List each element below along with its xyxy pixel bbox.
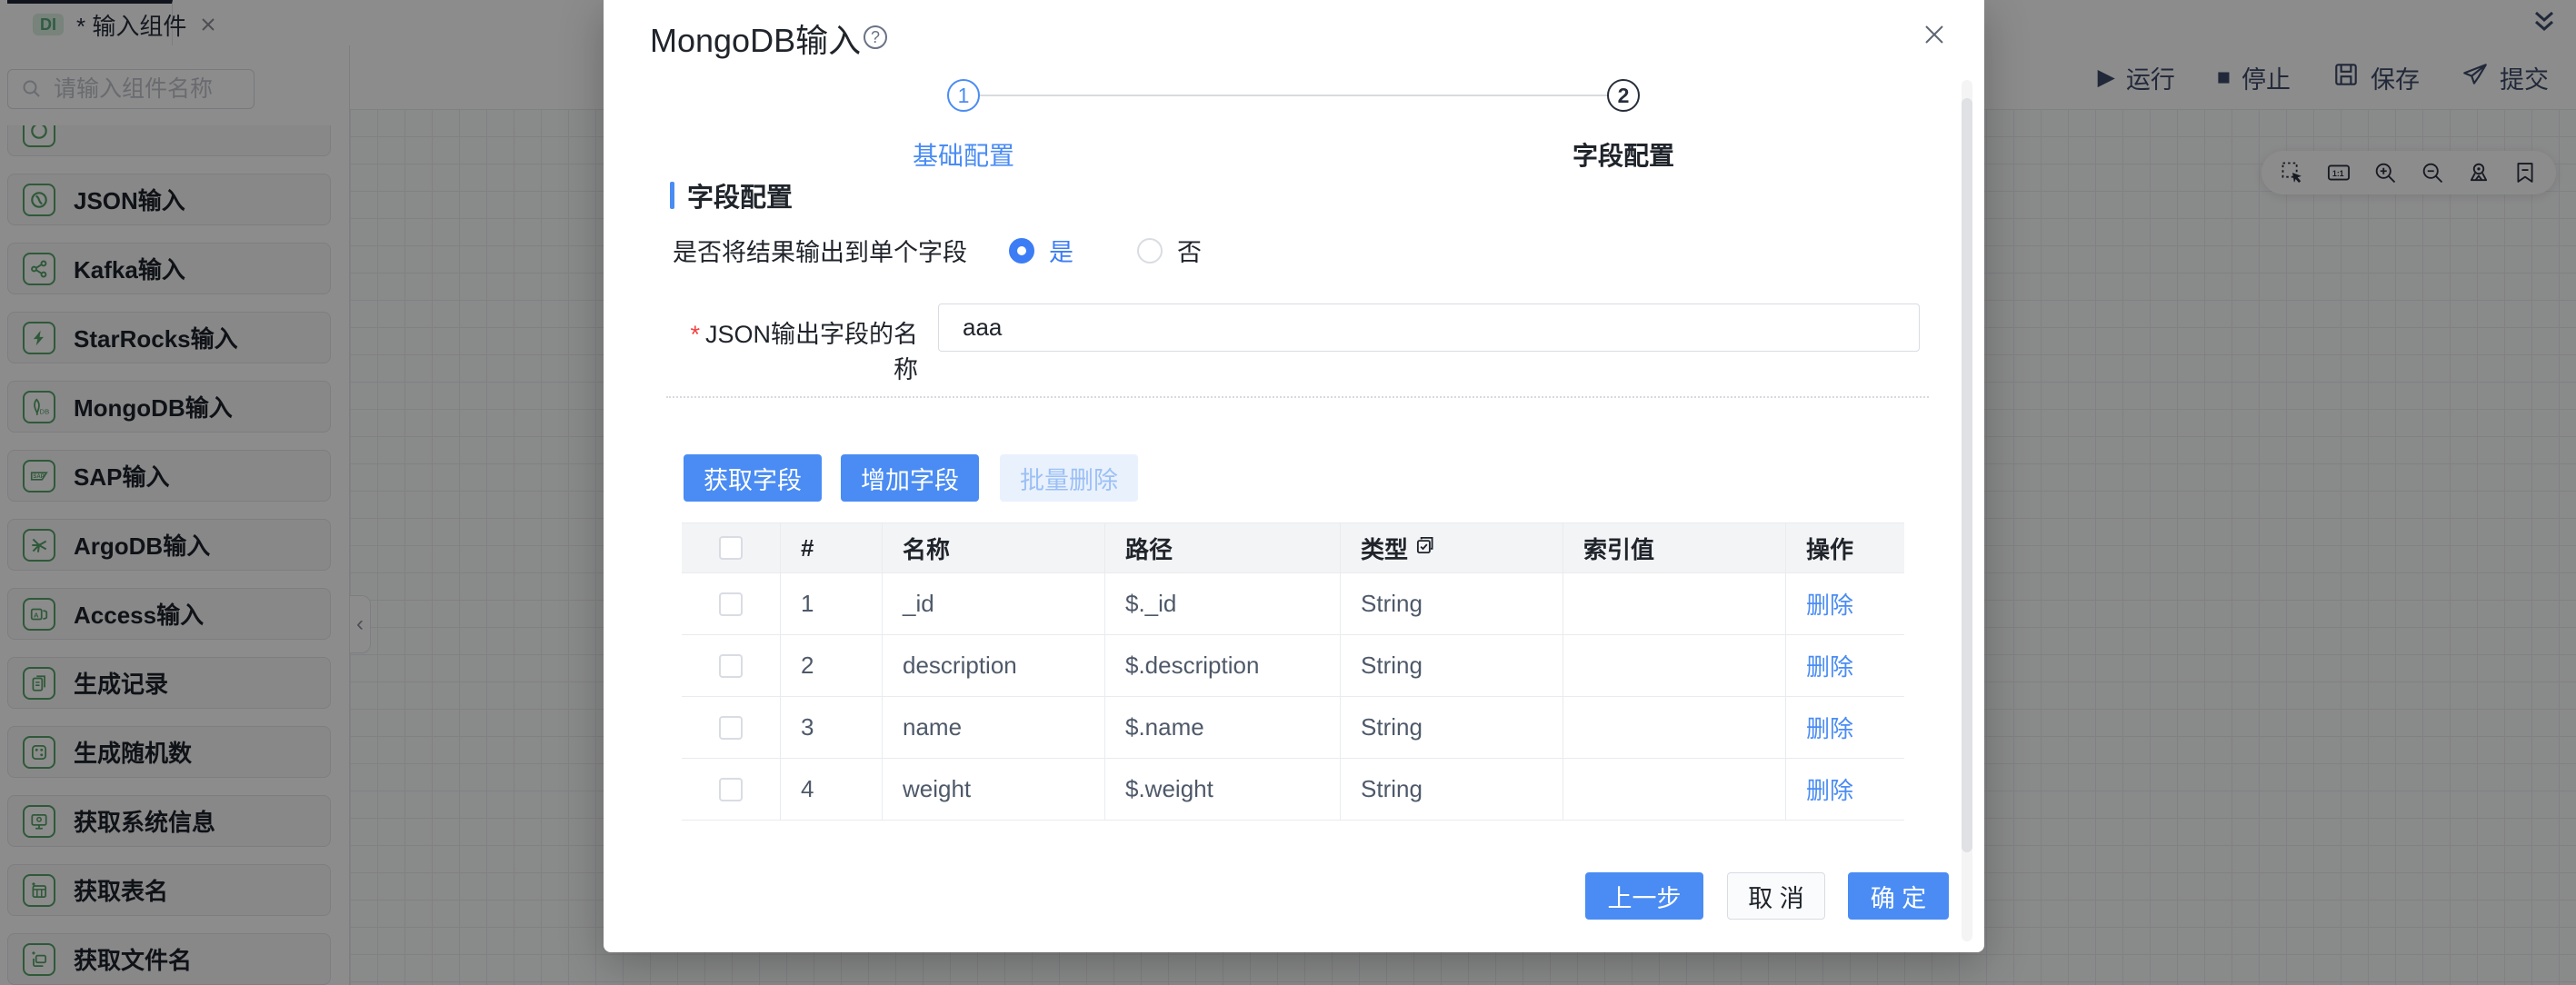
col-index: # [781,523,883,572]
row-checkbox[interactable] [719,592,743,616]
radio-yes-label[interactable]: 是 [1049,233,1073,268]
delete-row-link[interactable]: 删除 [1806,587,1853,621]
step-2-circle[interactable]: 2 [1607,79,1640,112]
step-2-label: 字段配置 [1523,136,1723,173]
delete-row-link[interactable]: 删除 [1806,772,1853,806]
select-all-checkbox[interactable] [719,536,743,560]
row-checkbox[interactable] [719,778,743,801]
app-root: DI * 输入组件 ▶ 运行 ■ 停止 保存 [0,0,2576,985]
radio-no-label[interactable]: 否 [1177,233,1202,268]
delete-row-link[interactable]: 删除 [1806,649,1853,682]
fetch-fields-button[interactable]: 获取字段 [684,454,822,502]
add-field-button[interactable]: 增加字段 [841,454,979,502]
dotted-divider [666,396,1929,398]
single-field-radio-group: 是否将结果输出到单个字段 是 否 [673,233,1202,268]
table-row: 2 description $.description String 删除 [682,635,1904,697]
single-field-question-label: 是否将结果输出到单个字段 [673,233,967,268]
section-header: 字段配置 [670,176,793,214]
json-field-input[interactable] [939,304,1919,351]
col-name: 名称 [883,523,1105,572]
table-row: 1 _id $._id String 删除 [682,573,1904,635]
previous-step-button[interactable]: 上一步 [1585,872,1703,920]
modal-title: MongoDB输入 [650,15,861,62]
step-1-circle[interactable]: 1 [947,79,980,112]
step-1-label: 基础配置 [864,136,1063,173]
row-checkbox[interactable] [719,716,743,740]
batch-edit-type-icon[interactable] [1413,533,1437,563]
modal-scrollbar-thumb[interactable] [1962,98,1972,852]
radio-yes[interactable] [1009,238,1034,264]
json-field-label: *JSON输出字段的名称 [673,314,918,385]
fields-table: # 名称 路径 类型 索引值 操作 1 _id $._ [682,522,1904,821]
required-asterisk: * [690,321,700,348]
section-accent-bar [670,182,674,209]
col-action: 操作 [1786,523,1904,572]
json-field-input-wrap [938,303,1920,352]
modal-close-icon[interactable] [1918,18,1951,51]
batch-delete-button[interactable]: 批量删除 [1000,454,1138,502]
step-connector [980,95,1607,96]
table-row: 4 weight $.weight String 删除 [682,759,1904,821]
cancel-button[interactable]: 取 消 [1727,872,1825,920]
help-icon[interactable]: ? [864,25,887,49]
col-type: 类型 [1341,523,1563,572]
col-index-value: 索引值 [1563,523,1786,572]
table-header-row: # 名称 路径 类型 索引值 操作 [682,523,1904,573]
section-title: 字段配置 [687,176,793,214]
table-row: 3 name $.name String 删除 [682,697,1904,759]
mongodb-input-modal: MongoDB输入 ? 1 2 基础配置 字段配置 字段配置 是否将结果输出到单… [604,0,1984,952]
confirm-button[interactable]: 确 定 [1848,872,1949,920]
delete-row-link[interactable]: 删除 [1806,711,1853,744]
col-path: 路径 [1105,523,1341,572]
modal-scrollbar-track[interactable] [1962,80,1972,941]
radio-no[interactable] [1137,238,1163,264]
row-checkbox[interactable] [719,654,743,678]
